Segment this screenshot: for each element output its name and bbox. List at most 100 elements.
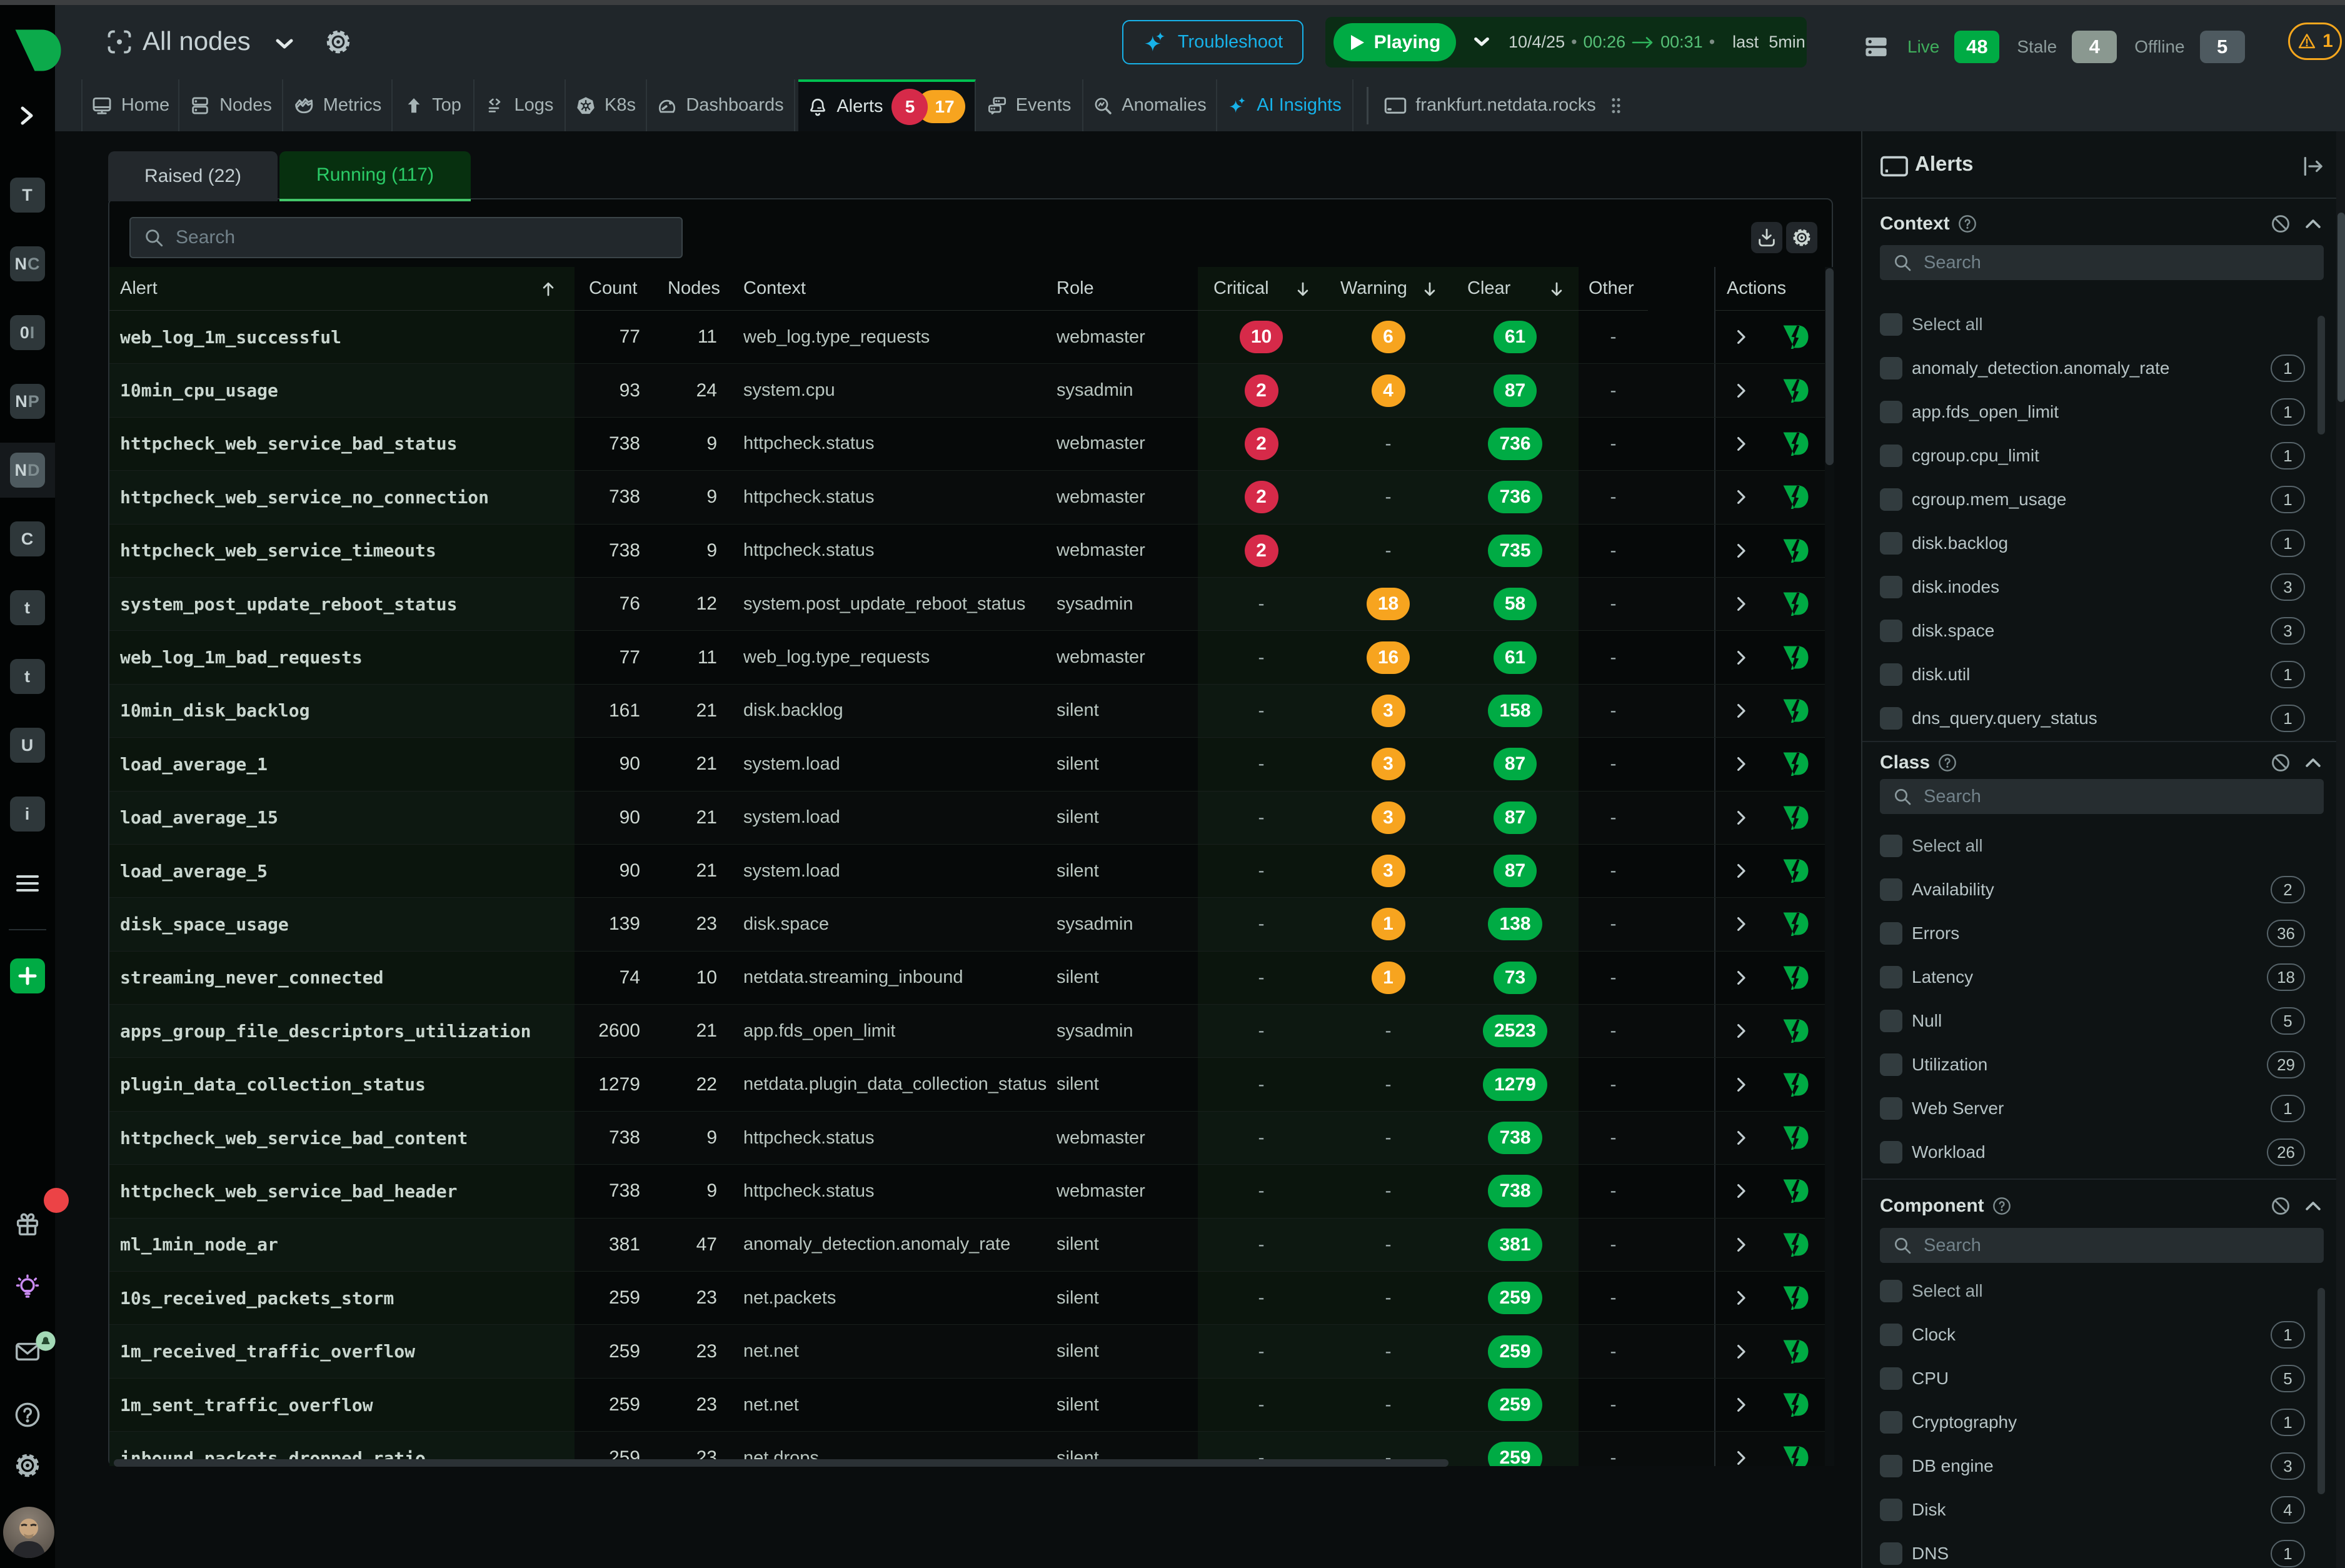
troubleshoot-button[interactable]: Troubleshoot: [1122, 20, 1303, 64]
table-row[interactable]: web_log_1m_successful7711web_log.type_re…: [109, 311, 1825, 364]
column-header-nodes[interactable]: Nodes: [646, 267, 726, 311]
filter-item[interactable]: DNS1: [1880, 1532, 2317, 1568]
checkbox[interactable]: [1880, 401, 1902, 423]
alert-name[interactable]: httpcheck_web_service_no_connection: [120, 487, 489, 508]
tab-ai-insights[interactable]: AI Insights: [1217, 79, 1353, 131]
netdata-alert-icon[interactable]: [1783, 1126, 1809, 1150]
filter-item[interactable]: cgroup.mem_usage1: [1880, 478, 2317, 521]
netdata-alert-icon[interactable]: [1783, 1340, 1809, 1364]
expand-row-icon[interactable]: [1732, 595, 1750, 613]
expand-row-button[interactable]: [1732, 1289, 1750, 1307]
filter-item[interactable]: Latency18: [1880, 955, 2317, 999]
workspace-avatar-t[interactable]: t: [10, 659, 45, 694]
space-caret-icon[interactable]: [275, 38, 294, 51]
expand-row-button[interactable]: [1732, 1342, 1750, 1361]
expand-row-button[interactable]: [1732, 1182, 1750, 1200]
filter-item[interactable]: disk.util1: [1880, 653, 2317, 696]
checkbox[interactable]: [1880, 1010, 1902, 1032]
netdata-alert-icon[interactable]: [1783, 912, 1809, 936]
collapse-section-icon[interactable]: [2302, 752, 2324, 773]
checkbox[interactable]: [1880, 1097, 1902, 1120]
expand-row-button[interactable]: [1732, 648, 1750, 667]
exclude-filter-icon[interactable]: [2270, 213, 2291, 234]
filter-item[interactable]: Clock1: [1880, 1313, 2317, 1357]
collapse-section-icon[interactable]: [2302, 213, 2324, 234]
netdata-logo-icon[interactable]: [15, 29, 61, 72]
filter-item[interactable]: anomaly_detection.anomaly_rate1: [1880, 346, 2317, 390]
column-header-other[interactable]: Other: [1579, 267, 1648, 311]
table-row[interactable]: load_average_59021system.loadsilent-387-: [109, 845, 1825, 898]
alert-name[interactable]: load_average_5: [120, 861, 268, 882]
table-row[interactable]: 1m_received_traffic_overflow25923net.net…: [109, 1325, 1825, 1378]
checkbox[interactable]: [1880, 1367, 1902, 1390]
alert-name[interactable]: disk_space_usage: [120, 914, 289, 935]
settings-gear-icon[interactable]: [13, 1451, 42, 1480]
checkbox[interactable]: [1880, 357, 1902, 379]
tab-home[interactable]: Home: [81, 79, 179, 131]
table-row[interactable]: load_average_19021system.loadsilent-387-: [109, 738, 1825, 791]
alert-name[interactable]: 1m_sent_traffic_overflow: [120, 1395, 373, 1415]
tab-raised[interactable]: Raised (22): [108, 151, 278, 201]
checkbox[interactable]: [1880, 878, 1902, 901]
alert-name[interactable]: apps_group_file_descriptors_utilization: [120, 1021, 531, 1042]
expand-row-button[interactable]: [1732, 435, 1750, 453]
table-row[interactable]: plugin_data_collection_status127922netda…: [109, 1058, 1825, 1111]
table-row[interactable]: system_post_update_reboot_status7612syst…: [109, 578, 1825, 631]
alert-name[interactable]: plugin_data_collection_status: [120, 1074, 426, 1095]
checkbox[interactable]: [1880, 707, 1902, 730]
netdata-alert-icon[interactable]: [1783, 325, 1809, 349]
filter-item[interactable]: disk.space3: [1880, 609, 2317, 653]
checkbox[interactable]: [1880, 1411, 1902, 1434]
playing-button[interactable]: Playing: [1333, 23, 1456, 61]
table-horizontal-scrollbar[interactable]: [111, 1459, 1830, 1469]
drag-handle-icon[interactable]: [1609, 96, 1624, 115]
checkbox[interactable]: [1880, 966, 1902, 988]
expand-row-button[interactable]: [1732, 1022, 1750, 1040]
table-settings-button[interactable]: [1786, 222, 1817, 253]
table-row[interactable]: 10s_received_packets_storm25923net.packe…: [109, 1272, 1825, 1325]
help-circle-icon[interactable]: [1992, 1196, 2012, 1216]
alert-name[interactable]: 1m_received_traffic_overflow: [120, 1341, 415, 1362]
filter-item[interactable]: cgroup.cpu_limit1: [1880, 434, 2317, 478]
workspace-avatar-nd[interactable]: ND: [10, 453, 45, 488]
select-all-row[interactable]: Select all: [1880, 824, 2317, 868]
expand-row-button[interactable]: [1732, 915, 1750, 933]
table-row[interactable]: apps_group_file_descriptors_utilization2…: [109, 1005, 1825, 1058]
expand-row-icon[interactable]: [1732, 915, 1750, 933]
checkbox[interactable]: [1880, 532, 1902, 555]
scrollbar-thumb[interactable]: [114, 1459, 1449, 1467]
expand-row-icon[interactable]: [1732, 1022, 1750, 1040]
alert-name[interactable]: ml_1min_node_ar: [120, 1234, 278, 1255]
tab-events[interactable]: Events: [976, 79, 1083, 131]
tab-anomalies[interactable]: Anomalies: [1083, 79, 1217, 131]
checkbox[interactable]: [1880, 1499, 1902, 1521]
alert-name[interactable]: httpcheck_web_service_bad_status: [120, 433, 457, 454]
expand-row-icon[interactable]: [1732, 1395, 1750, 1414]
expand-row-button[interactable]: [1732, 968, 1750, 987]
table-vertical-scrollbar[interactable]: [1825, 267, 1834, 1466]
expand-row-icon[interactable]: [1732, 1289, 1750, 1307]
lightbulb-icon[interactable]: [13, 1273, 42, 1302]
checkbox[interactable]: [1880, 576, 1902, 598]
scrollbar-thumb[interactable]: [2337, 213, 2345, 402]
expand-row-icon[interactable]: [1732, 1182, 1750, 1200]
alert-name[interactable]: 10s_received_packets_storm: [120, 1288, 394, 1309]
tab-dashboards[interactable]: Dashboards: [647, 79, 795, 131]
tab-nodes[interactable]: Nodes: [179, 79, 283, 131]
workspace-avatar-i[interactable]: i: [10, 797, 45, 832]
alert-name[interactable]: 10min_cpu_usage: [120, 380, 278, 401]
filter-item[interactable]: dns_query.query_status1: [1880, 696, 2317, 740]
filter-item[interactable]: CPU5: [1880, 1357, 2317, 1400]
scrollbar-thumb[interactable]: [1825, 268, 1834, 465]
netdata-alert-icon[interactable]: [1783, 1233, 1809, 1257]
expand-row-button[interactable]: [1732, 595, 1750, 613]
checkbox[interactable]: [1880, 1455, 1902, 1477]
gift-icon[interactable]: [13, 1210, 42, 1239]
expand-row-icon[interactable]: [1732, 648, 1750, 667]
netdata-alert-icon[interactable]: [1783, 1019, 1809, 1043]
workspace-avatar-t[interactable]: T: [10, 178, 45, 213]
tab-k8s[interactable]: K8s: [566, 79, 647, 131]
netdata-alert-icon[interactable]: [1783, 699, 1809, 723]
tab-running[interactable]: Running (117): [279, 151, 471, 201]
exclude-filter-icon[interactable]: [2270, 1195, 2291, 1217]
